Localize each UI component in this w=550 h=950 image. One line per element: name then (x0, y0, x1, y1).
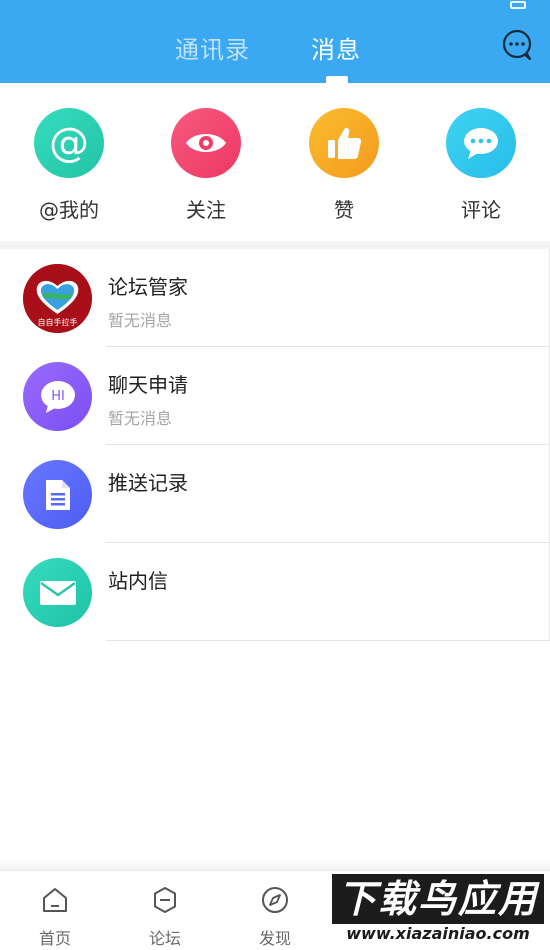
forum-manager-avatar: 自自手拉手 (23, 264, 92, 333)
status-indicator (508, 0, 544, 9)
quick-follow[interactable]: 关注 (146, 108, 266, 223)
item-title: 站内信 (108, 569, 168, 593)
eye-icon (171, 108, 241, 178)
comment-icon (446, 108, 516, 178)
quick-like[interactable]: 赞 (284, 108, 404, 223)
nav-label: 首页 (38, 929, 71, 948)
nav-discover[interactable]: 发现 (245, 885, 305, 949)
top-bar: 通讯录 消息 (0, 0, 550, 83)
watermark-title: 下载鸟应用 (332, 874, 544, 924)
item-title: 推送记录 (108, 471, 188, 495)
item-title: 论坛管家 (108, 275, 188, 299)
message-list: 自自手拉手 论坛管家 暂无消息 HI 聊天申请 暂无消息 推送记录 站内信 (0, 249, 550, 641)
list-item-forum-manager[interactable]: 自自手拉手 论坛管家 暂无消息 (0, 249, 550, 347)
list-item-inbox[interactable]: 站内信 (0, 543, 550, 641)
watermark: 下载鸟应用 www.xiazainiao.com (328, 872, 548, 946)
avatar-text: 自自手拉手 (38, 317, 78, 327)
item-subtitle: 暂无消息 (108, 311, 173, 330)
row-divider (106, 640, 550, 641)
mail-icon (23, 558, 92, 627)
document-icon (23, 460, 92, 529)
quick-label: 赞 (334, 198, 354, 222)
nav-label: 论坛 (148, 929, 181, 948)
list-item-chat-request[interactable]: HI 聊天申请 暂无消息 (0, 347, 550, 445)
quick-at-me[interactable]: @ @我的 (9, 108, 129, 223)
item-subtitle: 暂无消息 (108, 409, 173, 428)
active-tab-indicator (326, 76, 348, 83)
quick-label: @我的 (39, 198, 99, 222)
new-chat-button[interactable] (500, 28, 534, 62)
bottom-shadow (0, 858, 550, 870)
watermark-url: www.xiazainiao.com (346, 924, 530, 943)
chat-bubble-icon (502, 29, 532, 61)
at-glyph: @ (49, 120, 89, 166)
section-divider (0, 241, 550, 249)
list-item-push-records[interactable]: 推送记录 (0, 445, 550, 543)
quick-actions: @ @我的 关注 赞 评论 (0, 83, 550, 241)
quick-label: 关注 (186, 198, 226, 222)
nav-label: 发现 (258, 929, 291, 948)
chat-request-icon: HI (23, 362, 92, 431)
thumbs-up-icon (309, 108, 379, 178)
quick-comment[interactable]: 评论 (421, 108, 541, 223)
compass-icon (262, 887, 288, 913)
item-title: 聊天申请 (108, 373, 188, 397)
tab-messages[interactable]: 消息 (311, 30, 361, 65)
nav-forum[interactable]: 论坛 (135, 885, 195, 949)
nav-home[interactable]: 首页 (25, 885, 85, 949)
tab-contacts[interactable]: 通讯录 (175, 30, 250, 65)
hi-text: HI (51, 389, 65, 404)
at-icon: @ (34, 108, 104, 178)
forum-icon (154, 887, 176, 913)
messages-screen: 通讯录 消息 @ @我的 关注 赞 评论 自自手拉手 论坛管家 暂无消息 HI … (0, 0, 550, 950)
quick-label: 评论 (461, 198, 501, 222)
home-icon (43, 888, 67, 912)
